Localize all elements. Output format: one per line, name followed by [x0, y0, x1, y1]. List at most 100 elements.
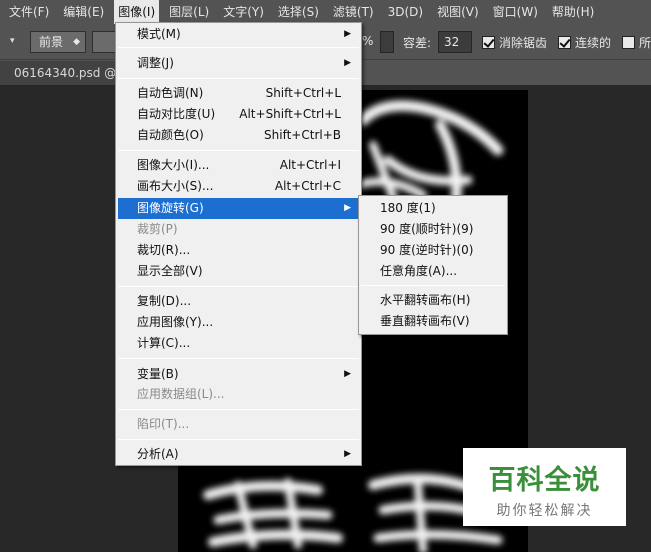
tolerance-label: 容差:	[403, 36, 432, 50]
menu-item-duplicate[interactable]: 复制(D)...	[118, 291, 359, 312]
submenu-arrow-icon: ▶	[344, 58, 351, 68]
menu-item-label: 自动对比度(U)	[137, 107, 216, 121]
menu-item-label: 垂直翻转画布(V)	[380, 314, 470, 328]
menu-separator	[118, 358, 359, 359]
menu-edit[interactable]: 编辑(E)	[59, 0, 108, 24]
menu-item-canvas-size[interactable]: 画布大小(S)... Alt+Ctrl+C	[118, 176, 359, 197]
menu-item-apply-data-set: 应用数据组(L)...	[118, 384, 359, 405]
tool-preset-dropdown-icon[interactable]: ▾	[10, 36, 15, 46]
menu-separator	[118, 150, 359, 151]
opacity-unit: %	[362, 34, 374, 48]
menu-image[interactable]: 图像(I)	[114, 0, 160, 24]
menu-item-label: 水平翻转画布(H)	[380, 293, 471, 307]
shortcut-label: Shift+Ctrl+B	[264, 128, 341, 142]
shortcut-label: Shift+Ctrl+L	[265, 86, 341, 100]
fill-source-value: 前景	[39, 35, 64, 49]
menu-item-flip-vertical[interactable]: 垂直翻转画布(V)	[361, 311, 505, 332]
menu-item-image-rotation[interactable]: 图像旋转(G) ▶	[118, 198, 359, 219]
menu-item-flip-horizontal[interactable]: 水平翻转画布(H)	[361, 290, 505, 311]
shortcut-label: Alt+Ctrl+I	[279, 158, 341, 172]
antialias-checkbox[interactable]	[482, 35, 495, 49]
menu-item-rotate-180[interactable]: 180 度(1)	[361, 198, 505, 219]
menu-item-auto-tone[interactable]: 自动色调(N) Shift+Ctrl+L	[118, 83, 359, 104]
all-layers-checkbox[interactable]	[622, 35, 635, 49]
menu-item-label: 应用数据组(L)...	[137, 387, 225, 401]
menu-item-rotate-90-ccw[interactable]: 90 度(逆时针)(0)	[361, 240, 505, 261]
watermark-subtitle: 助你轻松解决	[496, 503, 593, 519]
menu-item-calculations[interactable]: 计算(C)...	[118, 333, 359, 354]
glow-strokes-bottom	[203, 473, 503, 552]
tolerance-input[interactable]: 32	[438, 31, 472, 53]
menu-item-analysis[interactable]: 分析(A) ▶	[118, 444, 359, 465]
menu-item-label: 调整(J)	[137, 56, 174, 70]
contiguous-label: 连续的	[575, 35, 612, 50]
submenu-arrow-icon: ▶	[344, 203, 351, 213]
menu-type[interactable]: 文字(Y)	[219, 0, 268, 24]
menu-file[interactable]: 文件(F)	[0, 0, 53, 24]
antialias-option[interactable]: 消除锯齿	[482, 31, 547, 53]
menu-item-label: 显示全部(V)	[137, 264, 203, 278]
menu-item-label: 变量(B)	[137, 367, 179, 381]
menu-item-label: 模式(M)	[137, 27, 181, 41]
menu-separator	[118, 409, 359, 410]
menu-item-label: 图像大小(I)...	[137, 158, 210, 172]
menu-item-variables[interactable]: 变量(B) ▶	[118, 364, 359, 385]
menu-separator	[118, 47, 359, 48]
submenu-arrow-icon: ▶	[344, 369, 351, 379]
menu-separator	[118, 286, 359, 287]
menu-item-label: 裁剪(P)	[137, 222, 178, 236]
menu-bar: 文件(F) 编辑(E) 图像(I) 图层(L) 文字(Y) 选择(S) 滤镜(T…	[0, 0, 651, 24]
menu-item-label: 180 度(1)	[380, 201, 436, 215]
menu-help[interactable]: 帮助(H)	[548, 0, 598, 24]
menu-item-label: 90 度(顺时针)(9)	[380, 222, 474, 236]
contiguous-option[interactable]: 连续的	[558, 31, 611, 53]
shortcut-label: Alt+Shift+Ctrl+L	[239, 107, 341, 121]
submenu-arrow-icon: ▶	[344, 449, 351, 459]
image-menu: 模式(M) ▶ 调整(J) ▶ 自动色调(N) Shift+Ctrl+L 自动对比度(…	[115, 22, 362, 466]
menu-item-label: 计算(C)...	[137, 336, 191, 350]
menu-item-adjustments[interactable]: 调整(J) ▶	[118, 53, 359, 74]
pattern-picker[interactable]	[92, 31, 116, 53]
menu-window[interactable]: 窗口(W)	[489, 0, 542, 24]
menu-separator	[118, 78, 359, 79]
menu-3d[interactable]: 3D(D)	[384, 0, 427, 24]
contiguous-checkbox[interactable]	[558, 35, 571, 49]
antialias-label: 消除锯齿	[499, 35, 548, 50]
menu-layer[interactable]: 图层(L)	[165, 0, 213, 24]
all-layers-option[interactable]: 所	[622, 31, 651, 53]
menu-separator	[361, 285, 505, 286]
menu-item-trim[interactable]: 裁切(R)...	[118, 240, 359, 261]
menu-item-label: 裁切(R)...	[137, 243, 191, 257]
opacity-slider-toggle[interactable]	[380, 31, 394, 53]
all-layers-label: 所	[639, 35, 651, 50]
menu-item-apply-image[interactable]: 应用图像(Y)...	[118, 312, 359, 333]
menu-item-mode[interactable]: 模式(M) ▶	[118, 24, 359, 45]
menu-item-auto-contrast[interactable]: 自动对比度(U) Alt+Shift+Ctrl+L	[118, 104, 359, 125]
menu-filter[interactable]: 滤镜(T)	[329, 0, 378, 24]
shortcut-label: Alt+Ctrl+C	[274, 179, 341, 193]
watermark-logo: 百科全说 助你轻松解决	[463, 448, 626, 526]
menu-item-label: 图像旋转(G)	[137, 201, 204, 215]
watermark-title: 百科全说	[488, 465, 601, 496]
menu-item-crop: 裁剪(P)	[118, 219, 359, 240]
menu-item-trap: 陷印(T)...	[118, 414, 359, 435]
menu-item-rotate-90-cw[interactable]: 90 度(顺时针)(9)	[361, 219, 505, 240]
menu-item-label: 应用图像(Y)...	[137, 315, 214, 329]
menu-item-label: 画布大小(S)...	[137, 179, 214, 193]
fill-source-select[interactable]: 前景 ◆	[30, 31, 86, 53]
menu-item-image-size[interactable]: 图像大小(I)... Alt+Ctrl+I	[118, 155, 359, 176]
image-rotation-submenu: 180 度(1) 90 度(顺时针)(9) 90 度(逆时针)(0) 任意角度(…	[358, 195, 508, 335]
menu-item-label: 自动色调(N)	[137, 86, 204, 100]
menu-item-arbitrary-rotation[interactable]: 任意角度(A)...	[361, 261, 505, 282]
menu-item-label: 复制(D)...	[137, 294, 192, 308]
menu-item-label: 任意角度(A)...	[380, 264, 458, 278]
menu-view[interactable]: 视图(V)	[433, 0, 483, 24]
menu-item-reveal-all[interactable]: 显示全部(V)	[118, 261, 359, 282]
menu-item-label: 分析(A)	[137, 447, 179, 461]
menu-item-label: 自动颜色(O)	[137, 128, 204, 142]
menu-select[interactable]: 选择(S)	[274, 0, 323, 24]
menu-separator	[118, 439, 359, 440]
menu-item-auto-color[interactable]: 自动颜色(O) Shift+Ctrl+B	[118, 125, 359, 146]
submenu-arrow-icon: ▶	[344, 29, 351, 39]
fill-source-arrow-icon: ◆	[73, 37, 80, 47]
